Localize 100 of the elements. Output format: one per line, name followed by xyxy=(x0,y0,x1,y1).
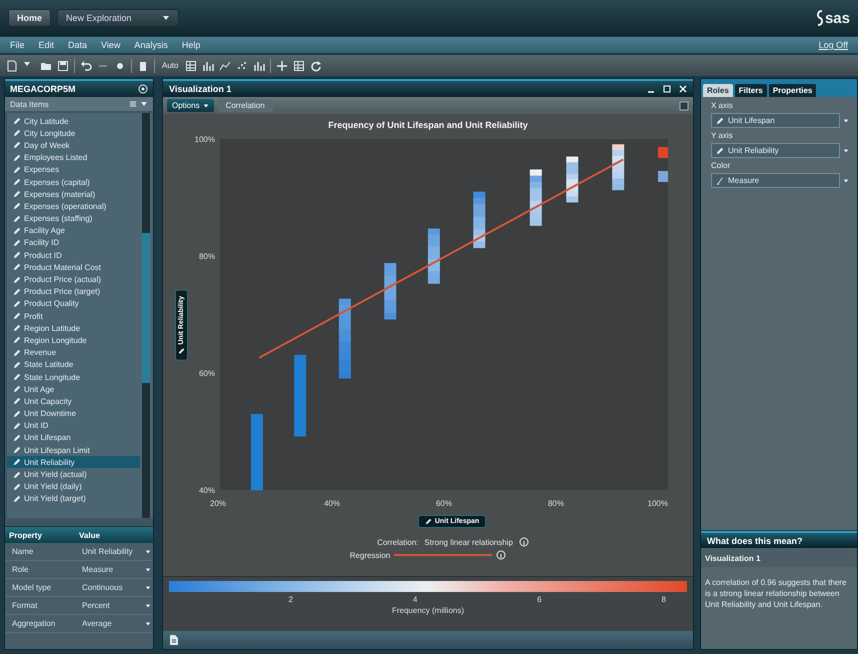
axis-tick-label: 60% xyxy=(436,499,452,508)
field-list-item[interactable]: Unit Downtime xyxy=(7,408,140,420)
bar-chart-icon[interactable] xyxy=(253,60,266,72)
field-list-item[interactable]: City Longitude xyxy=(7,127,140,140)
menu-item[interactable]: Data xyxy=(68,40,88,50)
field-list-item[interactable]: Expenses (operational) xyxy=(7,200,140,212)
panel-tab[interactable]: Roles xyxy=(703,84,733,97)
menu-item[interactable]: Analysis xyxy=(134,40,168,50)
info-icon[interactable] xyxy=(518,537,529,547)
heatmap-column xyxy=(428,228,440,284)
legend-tick-label: 6 xyxy=(537,595,542,604)
field-list-item[interactable]: Unit Lifespan xyxy=(7,432,140,444)
heatmap-column xyxy=(384,263,396,320)
role-label: X axis xyxy=(711,101,734,110)
caret-icon[interactable] xyxy=(140,100,148,108)
caret-icon[interactable] xyxy=(145,620,151,626)
role-dropdown[interactable]: Unit Lifespan xyxy=(711,113,840,128)
field-list-item[interactable]: City Latitude xyxy=(7,115,140,128)
caret-icon[interactable] xyxy=(145,566,151,572)
undo-icon[interactable] xyxy=(80,60,92,72)
view-tab[interactable]: Correlation xyxy=(218,99,273,112)
help-heading: Visualization 1 xyxy=(701,548,857,567)
exploration-dropdown[interactable]: New Exploration xyxy=(57,9,179,27)
save-icon[interactable] xyxy=(57,60,69,72)
auto-label: Auto xyxy=(161,61,180,70)
help-title: What does this mean? xyxy=(707,536,803,546)
field-list-item[interactable]: Region Latitude xyxy=(7,322,140,334)
caret-icon[interactable] xyxy=(145,548,151,554)
field-list-item[interactable]: Expenses (staffing) xyxy=(7,212,140,225)
field-list-item[interactable]: Expenses xyxy=(7,164,140,176)
menu-item[interactable]: File xyxy=(10,40,25,50)
field-list-item[interactable]: Expenses (capital) xyxy=(7,176,140,188)
field-list-item[interactable]: Revenue xyxy=(7,346,140,359)
role-dropdown[interactable]: Unit Reliability xyxy=(711,143,840,158)
logo-text: sas xyxy=(824,10,850,26)
caret-icon[interactable] xyxy=(145,584,151,590)
scrollbar[interactable] xyxy=(142,113,150,518)
field-list-item[interactable]: State Longitude xyxy=(7,370,140,384)
caret-icon xyxy=(162,14,170,22)
heatmap-column xyxy=(473,192,486,248)
field-list-item[interactable]: Employees Listed xyxy=(7,152,140,164)
table-cell-text: Average xyxy=(81,619,113,628)
field-list-item[interactable]: Profit xyxy=(7,310,140,322)
caret-icon[interactable] xyxy=(145,602,151,608)
field-list-item[interactable]: Unit Yield (daily) xyxy=(7,480,140,493)
refresh-icon[interactable] xyxy=(310,60,322,72)
legend-tick-label: 4 xyxy=(412,595,418,604)
field-list-item[interactable]: Unit Yield (actual) xyxy=(7,468,140,481)
plus-icon[interactable] xyxy=(276,60,288,72)
field-list-item[interactable]: Expenses (material) xyxy=(7,188,140,200)
field-list-item[interactable]: Product ID xyxy=(7,249,140,262)
close-icon[interactable] xyxy=(679,85,687,93)
table-icon[interactable] xyxy=(293,60,306,72)
panel-tab[interactable]: Properties xyxy=(768,84,816,97)
menu-item[interactable]: Edit xyxy=(38,40,54,50)
line-chart-icon[interactable] xyxy=(219,60,232,72)
field-list-item[interactable]: State Latitude xyxy=(7,358,140,371)
axis-tick-label: 80% xyxy=(548,499,564,508)
maximize-icon[interactable] xyxy=(663,85,671,93)
field-list-item[interactable]: Unit ID xyxy=(7,420,140,432)
caret-icon[interactable] xyxy=(843,148,849,154)
scatter-plot-icon[interactable] xyxy=(236,60,248,72)
heatmap-column xyxy=(612,144,624,190)
menu-item[interactable]: View xyxy=(101,40,120,50)
log-off-link[interactable]: Log Off xyxy=(818,40,848,50)
field-list-item[interactable]: Product Quality xyxy=(7,298,140,310)
caret-icon[interactable] xyxy=(843,178,849,184)
field-list-item[interactable]: Unit Reliability xyxy=(7,456,140,468)
table-cell-text: Aggregation xyxy=(11,619,56,628)
table-cell-text: Percent xyxy=(81,601,111,610)
field-list-item[interactable]: Unit Age xyxy=(7,383,140,396)
axis-tick-label: 80% xyxy=(198,252,215,261)
panel-tab[interactable]: Filters xyxy=(734,84,767,97)
field-list-item[interactable]: Unit Capacity xyxy=(7,395,140,408)
new-document-icon[interactable] xyxy=(6,60,18,72)
axis-tick-label: 40% xyxy=(324,499,340,508)
home-button[interactable]: Home xyxy=(8,9,52,27)
field-list-item[interactable]: Product Material Cost xyxy=(7,261,140,274)
table-icon[interactable] xyxy=(185,60,198,72)
field-list-item[interactable]: Facility ID xyxy=(7,236,140,250)
column-header: Value xyxy=(78,530,101,540)
menu-item[interactable]: Help xyxy=(182,40,200,50)
field-list-item[interactable]: Facility Age xyxy=(7,224,140,237)
bar-chart-icon[interactable] xyxy=(202,60,214,72)
options-menu-button[interactable]: Options xyxy=(167,99,214,112)
field-list-item[interactable]: Unit Lifespan Limit xyxy=(7,444,140,456)
field-list-item[interactable]: Day of Week xyxy=(7,139,140,152)
role-dropdown[interactable]: Measure xyxy=(711,173,840,188)
info-icon[interactable] xyxy=(496,550,506,560)
field-list-item[interactable]: Unit Yield (target) xyxy=(7,492,140,505)
list-icon[interactable] xyxy=(129,100,137,108)
pencil-icon xyxy=(178,347,185,354)
field-list-item[interactable]: Product Price (actual) xyxy=(7,273,140,286)
field-list-item[interactable]: Region Longitude xyxy=(7,334,140,347)
table-cell-text: Continuous xyxy=(81,583,124,592)
caret-icon[interactable] xyxy=(843,118,849,124)
axis-tick-label: 20% xyxy=(210,499,226,508)
field-list-item[interactable]: Product Price (target) xyxy=(7,286,140,298)
panel-icon[interactable] xyxy=(679,100,689,110)
document-icon[interactable] xyxy=(169,634,179,646)
